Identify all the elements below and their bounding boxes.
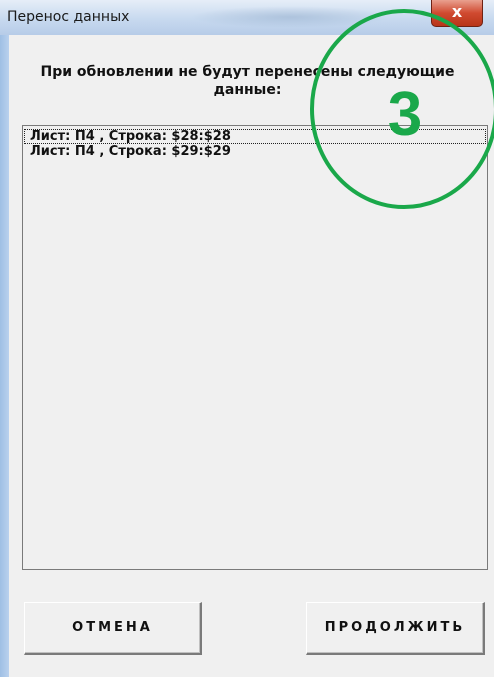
window-title: Перенос данных [7,9,130,25]
close-button[interactable]: x [431,0,483,27]
unmigrated-data-list[interactable]: Лист: П4 , Строка: $28:$28 Лист: П4 , Ст… [22,125,488,570]
dialog-window: Перенос данных x При обновлении не будут… [0,0,494,677]
title-bar-blur [190,6,390,28]
list-item[interactable]: Лист: П4 , Строка: $28:$28 [24,129,486,144]
close-icon: x [451,2,463,21]
cancel-button[interactable]: ОТМЕНА [24,602,202,655]
window-border-left [0,35,9,677]
title-bar[interactable]: Перенос данных x [0,0,494,35]
continue-button[interactable]: ПРОДОЛЖИТЬ [306,602,485,655]
dialog-message: При обновлении не будут перенесены следу… [40,64,455,98]
list-item[interactable]: Лист: П4 , Строка: $29:$29 [24,144,486,159]
